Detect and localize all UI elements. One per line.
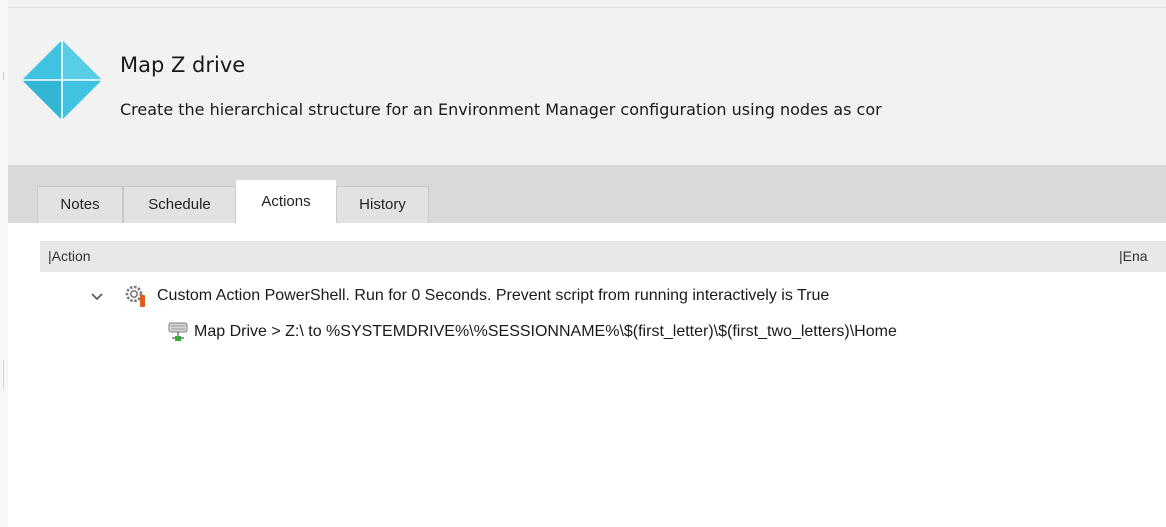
tab-history[interactable]: History [336, 186, 429, 223]
column-header-action[interactable]: |Action [48, 248, 91, 264]
action-label: Custom Action PowerShell. Run for 0 Seco… [157, 287, 830, 304]
divider [8, 7, 1166, 8]
edge-mark [3, 72, 4, 80]
page-title: Map Z drive [120, 53, 246, 77]
header-panel [8, 0, 1166, 165]
tab-schedule[interactable]: Schedule [123, 186, 236, 223]
action-row[interactable]: Custom Action PowerShell. Run for 0 Seco… [0, 284, 1166, 310]
left-panel-edge [0, 0, 11, 527]
gear-warning-icon [125, 285, 145, 307]
tab-actions[interactable]: Actions [236, 180, 336, 224]
network-drive-icon [168, 322, 188, 341]
tab-notes[interactable]: Notes [37, 186, 123, 223]
chevron-down-icon[interactable] [88, 289, 106, 305]
app-window: Map Z drive Create the hierarchical stru… [0, 0, 1166, 527]
diamond-logo-icon [22, 40, 102, 120]
page-description: Create the hierarchical structure for an… [120, 100, 882, 119]
edge-mark [3, 360, 4, 390]
action-label: Map Drive > Z:\ to %SYSTEMDRIVE%\%SESSIO… [194, 323, 897, 340]
column-header-enabled[interactable]: |Ena [1119, 248, 1148, 264]
action-row[interactable]: Map Drive > Z:\ to %SYSTEMDRIVE%\%SESSIO… [0, 319, 1166, 345]
grid-column-header: |Action |Ena [40, 241, 1166, 272]
